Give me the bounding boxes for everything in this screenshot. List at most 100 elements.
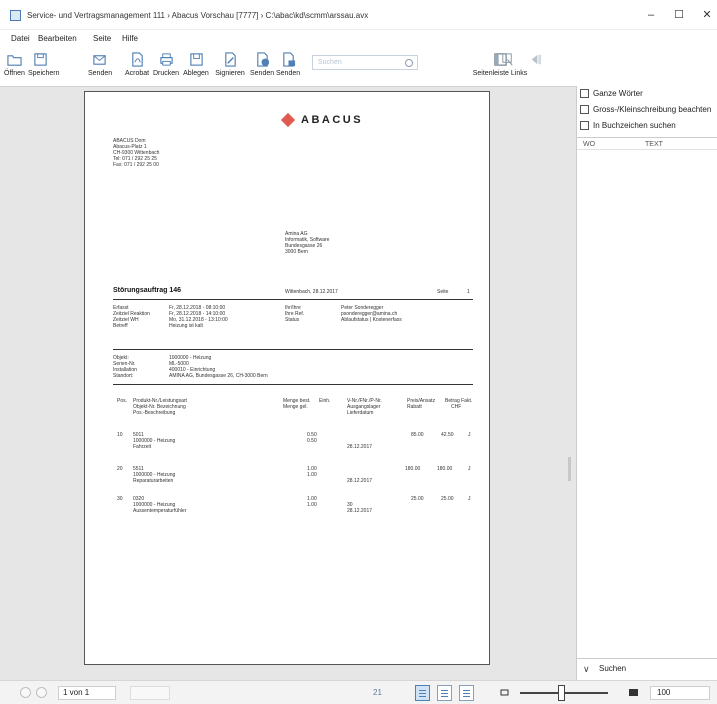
item-flag: J bbox=[468, 466, 471, 472]
col-price-2: Rabatt bbox=[407, 404, 422, 410]
item-amount: 180.00 bbox=[437, 466, 453, 472]
send-button[interactable]: Senden bbox=[88, 52, 113, 84]
zoom-in-icon[interactable] bbox=[628, 687, 639, 698]
continuous-view-button[interactable] bbox=[459, 685, 474, 701]
search-footer[interactable]: ∨ Suchen bbox=[577, 658, 717, 678]
match-case-checkbox[interactable]: Gross-/Kleinschreibung beachten bbox=[580, 105, 711, 117]
item-amount: 25.00 bbox=[441, 496, 454, 502]
item-qty-2: 0.50 bbox=[307, 438, 317, 444]
search-icon bbox=[405, 59, 413, 67]
page-indicator[interactable]: 1 von 1 bbox=[58, 686, 116, 700]
two-page-view-button[interactable] bbox=[437, 685, 452, 701]
save-button[interactable]: Speichern bbox=[28, 52, 60, 84]
col-qty-2: Menge gel. bbox=[283, 404, 308, 410]
send-globe-label: Senden bbox=[250, 70, 275, 77]
print-button[interactable]: Drucken bbox=[152, 52, 180, 84]
send-lock-label: Senden bbox=[276, 70, 301, 77]
pdf-icon bbox=[131, 52, 143, 67]
next-page-button[interactable] bbox=[36, 687, 47, 698]
folder-open-icon bbox=[6, 55, 22, 66]
menu-seite[interactable]: Seite bbox=[93, 34, 111, 43]
info-left-label-4: Betreff bbox=[113, 323, 128, 329]
zoom-input[interactable]: 100 bbox=[650, 686, 710, 700]
item-price: 180.00 bbox=[405, 466, 421, 472]
send-label: Senden bbox=[88, 70, 113, 77]
whole-words-label: Ganze Wörter bbox=[593, 89, 643, 98]
checkbox-box[interactable] bbox=[580, 105, 589, 115]
info-left-value-4: Heizung ist kalt bbox=[169, 323, 203, 329]
status-bar: 1 von 1 21 100 bbox=[0, 680, 717, 704]
bookmarks-checkbox[interactable]: In Buchzeichen suchen bbox=[580, 121, 676, 133]
back-button[interactable] bbox=[524, 52, 546, 84]
zoom-out-icon[interactable] bbox=[500, 688, 509, 697]
col-pos: Pos. bbox=[117, 398, 128, 404]
file-label: Ablegen bbox=[183, 70, 209, 77]
sign-button[interactable]: Signieren bbox=[213, 52, 247, 84]
pointer-tool-button[interactable] bbox=[496, 52, 518, 84]
item-price: 25.00 bbox=[411, 496, 424, 502]
floppy-disk-icon bbox=[33, 53, 47, 66]
bookmarks-label: In Buchzeichen suchen bbox=[593, 121, 676, 130]
minimize-button[interactable]: – bbox=[640, 8, 662, 22]
checkbox-box[interactable] bbox=[580, 121, 589, 131]
document-viewer[interactable]: ABACUS ABACUS Dom Abacus-Platz 1 CH-9300… bbox=[0, 86, 576, 680]
divider-line bbox=[113, 299, 473, 300]
item-desc: Aussentemperaturfühler bbox=[133, 508, 187, 514]
archive-icon bbox=[189, 53, 203, 66]
signature-icon bbox=[224, 52, 236, 67]
logo-diamond-icon bbox=[280, 112, 296, 128]
save-label: Speichern bbox=[28, 70, 60, 77]
object-label-4: Standort: bbox=[113, 373, 134, 379]
maximize-button[interactable]: ☐ bbox=[668, 8, 690, 22]
prev-page-button[interactable] bbox=[20, 687, 31, 698]
recipient-line-4: 3000 Bern bbox=[285, 249, 309, 255]
col-text[interactable]: TEXT bbox=[645, 141, 663, 148]
acrobat-label: Acrobat bbox=[124, 70, 150, 77]
page-label: Seite bbox=[437, 289, 449, 295]
whole-words-checkbox[interactable]: Ganze Wörter bbox=[580, 89, 643, 101]
match-case-label: Gross-/Kleinschreibung beachten bbox=[593, 105, 712, 114]
menu-hilfe[interactable]: Hilfe bbox=[122, 34, 138, 43]
menu-datei[interactable]: Datei bbox=[11, 34, 30, 43]
menu-bearbeiten[interactable]: Bearbeiten bbox=[38, 34, 77, 43]
item-pos: 30 bbox=[117, 496, 123, 502]
item-amount: 42.50 bbox=[441, 432, 454, 438]
document-page: ABACUS ABACUS Dom Abacus-Platz 1 CH-9300… bbox=[84, 91, 490, 665]
info-right-value-3: Ablaufstatus | Kostenerfass bbox=[341, 317, 402, 323]
window-title: Service- und Vertragsmanagement 111 › Ab… bbox=[27, 11, 369, 20]
col-unit: Einh. bbox=[319, 398, 331, 404]
divider-line bbox=[113, 349, 473, 350]
item-pos: 10 bbox=[117, 432, 123, 438]
page-number: 1 bbox=[467, 289, 470, 295]
status-field bbox=[130, 686, 170, 700]
search-input[interactable]: Suchen bbox=[312, 55, 418, 70]
chevron-down-icon[interactable]: ∨ bbox=[583, 664, 590, 675]
send-globe-button[interactable]: Senden bbox=[250, 52, 274, 84]
file-button[interactable]: Ablegen bbox=[182, 52, 210, 84]
item-desc: Reparaturarbeiten bbox=[133, 478, 174, 484]
single-page-view-button[interactable] bbox=[415, 685, 430, 701]
acrobat-button[interactable]: Acrobat bbox=[124, 52, 150, 84]
printer-icon bbox=[159, 53, 173, 66]
col-wo[interactable]: WO bbox=[583, 141, 595, 148]
send-lock-button[interactable]: Senden bbox=[276, 52, 300, 84]
close-button[interactable]: ✕ bbox=[696, 8, 717, 22]
info-right-label-3: Status bbox=[285, 317, 300, 323]
object-value-4: AMINA AG, Bundesgasse 26, CH-3000 Bern bbox=[169, 373, 268, 379]
logo-text: ABACUS bbox=[301, 114, 364, 126]
zoom-slider-thumb[interactable] bbox=[558, 685, 565, 701]
order-title: Störungsauftrag 146 bbox=[113, 287, 182, 294]
sender-line-5: Fax: 071 / 292 25 00 bbox=[113, 162, 159, 168]
splitter-handle[interactable] bbox=[568, 457, 571, 481]
back-arrow-icon bbox=[531, 54, 541, 65]
open-label: Öffnen bbox=[4, 70, 25, 77]
print-label: Drucken bbox=[152, 70, 180, 77]
item-date: 28.12.2017 bbox=[347, 508, 373, 514]
mail-send-icon bbox=[92, 55, 106, 65]
open-button[interactable]: Öffnen bbox=[4, 52, 25, 84]
sign-label: Signieren bbox=[215, 70, 245, 77]
divider-line bbox=[113, 384, 473, 385]
search-panel: Ganze Wörter Gross-/Kleinschreibung beac… bbox=[576, 86, 717, 680]
app-icon bbox=[10, 10, 21, 21]
checkbox-box[interactable] bbox=[580, 89, 589, 99]
